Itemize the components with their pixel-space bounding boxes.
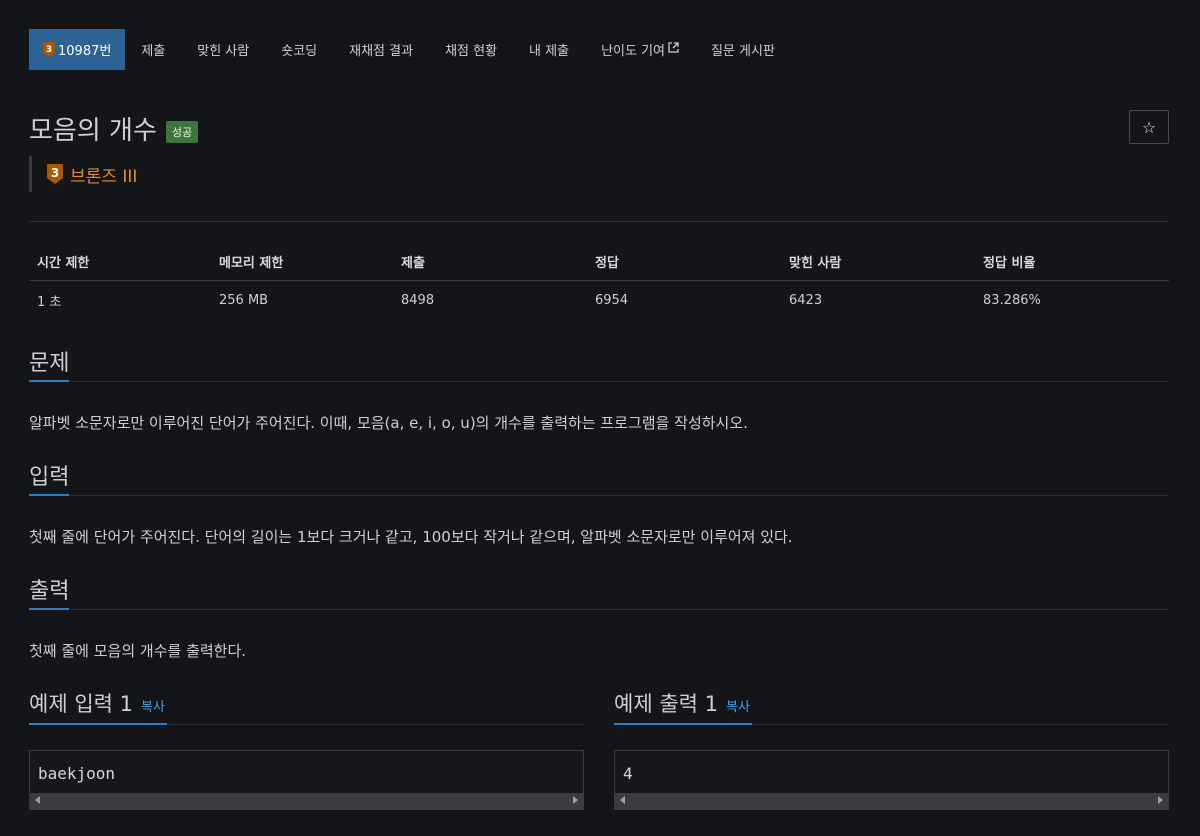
- value-time-limit: 1 초: [37, 295, 62, 310]
- header-memory-limit: 메모리 제한: [211, 244, 393, 281]
- external-link-icon: [668, 42, 679, 57]
- section-underline: [614, 723, 752, 725]
- problem-tier: 3 브론즈 III: [29, 156, 137, 192]
- copy-input-button[interactable]: 복사: [141, 700, 165, 715]
- sample-output-title: 예제 출력 1 복사: [614, 688, 750, 718]
- section-header: 출력: [29, 573, 1169, 610]
- problem-info-table: 시간 제한 메모리 제한 제출 정답 맞힌 사람 정답 비율 1 초 256 M…: [29, 244, 1169, 320]
- section-title-problem: 문제: [29, 351, 70, 376]
- favorite-star-button[interactable]: ☆: [1129, 110, 1169, 144]
- section-title-output: 출력: [29, 579, 70, 604]
- tab-problem-label: 10987번: [58, 44, 112, 59]
- tab-solvers-label: 맞힌 사람: [197, 44, 250, 59]
- header-accept-ratio: 정답 비율: [975, 244, 1169, 281]
- tab-difficulty-label: 난이도 기여: [601, 44, 665, 59]
- svg-text:3: 3: [46, 45, 52, 55]
- scroll-right-icon[interactable]: [573, 796, 578, 804]
- tab-rejudge-label: 재채점 결과: [349, 44, 414, 59]
- horizontal-scrollbar[interactable]: [615, 793, 1168, 809]
- tab-qna-board[interactable]: 질문 게시판: [695, 29, 791, 70]
- value-memory-limit: 256 MB: [219, 293, 269, 308]
- tab-my-submissions-label: 내 제출: [529, 44, 570, 59]
- section-title-input: 입력: [29, 465, 70, 490]
- tab-status[interactable]: 채점 현황: [429, 29, 513, 70]
- sample-header: 예제 출력 1 복사: [614, 688, 1169, 725]
- tab-my-submissions[interactable]: 내 제출: [513, 29, 585, 70]
- problem-description: 알파벳 소문자로만 이루어진 단어가 주어진다. 이때, 모음(a, e, i,…: [29, 414, 748, 432]
- page-title: 모음의 개수: [29, 116, 157, 146]
- sample-input: 예제 입력 1 복사 baekjoon: [29, 688, 584, 810]
- section-underline: [29, 380, 69, 382]
- input-description: 첫째 줄에 단어가 주어진다. 단어의 길이는 1보다 크거나 같고, 100보…: [29, 528, 793, 546]
- sample-output-content: 4: [623, 764, 633, 783]
- sample-input-title-text: 예제 입력 1: [29, 692, 133, 716]
- sample-header: 예제 입력 1 복사: [29, 688, 584, 725]
- bronze-tier-icon: 3: [47, 164, 63, 184]
- section-header: 입력: [29, 459, 1169, 496]
- sample-output-box[interactable]: 4: [614, 750, 1169, 810]
- tab-short-coding[interactable]: 숏코딩: [265, 29, 333, 70]
- sample-input-content: baekjoon: [38, 764, 116, 783]
- header-accepted: 정답: [587, 244, 781, 281]
- divider: [29, 221, 1169, 222]
- header-time-limit: 시간 제한: [29, 244, 211, 281]
- bronze-tier-icon: 3: [43, 42, 55, 57]
- section-header: 문제: [29, 345, 1169, 382]
- header-solvers: 맞힌 사람: [781, 244, 975, 281]
- section-underline: [29, 494, 69, 496]
- horizontal-scrollbar[interactable]: [30, 793, 583, 809]
- sample-input-title: 예제 입력 1 복사: [29, 688, 165, 718]
- problem-title-row: 모음의 개수 성공: [29, 110, 199, 147]
- section-underline: [29, 608, 69, 610]
- tab-rejudge[interactable]: 재채점 결과: [333, 29, 429, 70]
- sample-output: 예제 출력 1 복사 4: [614, 688, 1169, 810]
- tab-status-label: 채점 현황: [445, 44, 498, 59]
- status-badge: 성공: [165, 120, 199, 143]
- section-input: 입력 첫째 줄에 단어가 주어진다. 단어의 길이는 1보다 크거나 같고, 1…: [29, 459, 1169, 547]
- tab-problem[interactable]: 3 10987번: [29, 29, 126, 70]
- svg-text:3: 3: [51, 166, 59, 180]
- section-underline: [29, 723, 167, 725]
- sample-output-title-text: 예제 출력 1: [614, 692, 718, 716]
- star-icon: ☆: [1141, 117, 1157, 137]
- tab-submit-label: 제출: [141, 44, 166, 59]
- tab-solvers[interactable]: 맞힌 사람: [181, 29, 265, 70]
- value-submissions: 8498: [401, 293, 435, 308]
- value-accepted: 6954: [595, 293, 629, 308]
- section-output: 출력 첫째 줄에 모음의 개수를 출력한다.: [29, 573, 1169, 661]
- tab-submit[interactable]: 제출: [125, 29, 181, 70]
- scroll-left-icon[interactable]: [35, 796, 40, 804]
- table-header-row: 시간 제한 메모리 제한 제출 정답 맞힌 사람 정답 비율: [29, 244, 1169, 281]
- sample-input-box[interactable]: baekjoon: [29, 750, 584, 810]
- tab-qna-label: 질문 게시판: [711, 44, 775, 59]
- scroll-left-icon[interactable]: [620, 796, 625, 804]
- value-accept-ratio: 83.286%: [983, 293, 1041, 308]
- section-problem: 문제 알파벳 소문자로만 이루어진 단어가 주어진다. 이때, 모음(a, e,…: [29, 345, 1169, 433]
- table-row: 1 초 256 MB 8498 6954 6423 83.286%: [29, 281, 1169, 321]
- output-description: 첫째 줄에 모음의 개수를 출력한다.: [29, 642, 247, 660]
- problem-nav: 3 10987번 제출 맞힌 사람 숏코딩 재채점 결과 채점 현황 내 제출 …: [29, 29, 791, 70]
- header-submissions: 제출: [393, 244, 587, 281]
- tab-difficulty-contribution[interactable]: 난이도 기여: [585, 29, 695, 70]
- value-solvers: 6423: [789, 293, 823, 308]
- tab-short-coding-label: 숏코딩: [281, 44, 318, 59]
- tier-label[interactable]: 브론즈 III: [70, 162, 137, 187]
- scroll-right-icon[interactable]: [1158, 796, 1163, 804]
- copy-output-button[interactable]: 복사: [726, 700, 750, 715]
